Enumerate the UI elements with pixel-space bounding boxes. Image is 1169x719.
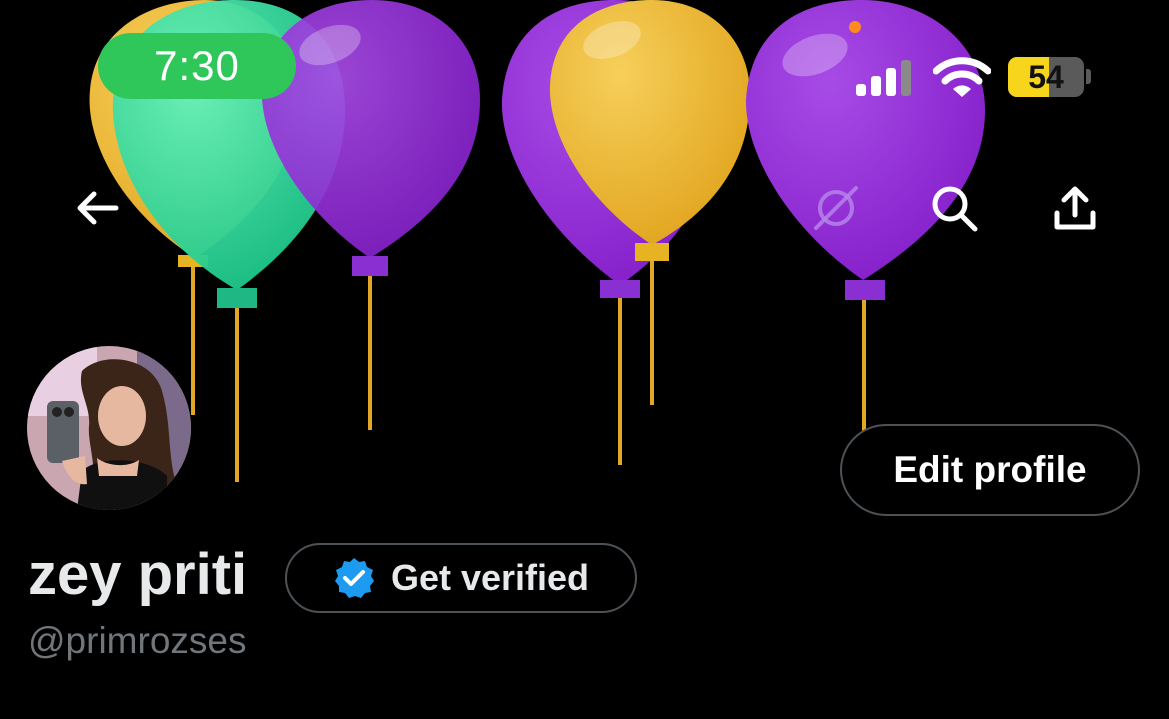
cellular-signal-icon	[856, 60, 911, 96]
share-icon[interactable]	[1047, 180, 1103, 236]
avatar[interactable]	[27, 346, 191, 510]
display-name: zey priti	[28, 542, 248, 607]
verified-badge-icon	[334, 558, 374, 598]
arrow-left-icon[interactable]	[70, 180, 126, 236]
edit-profile-button[interactable]: Edit profile	[840, 424, 1140, 516]
battery-tip	[1086, 69, 1091, 84]
battery-level: 54	[1028, 58, 1064, 95]
search-icon[interactable]	[926, 180, 982, 236]
status-time: 7:30	[98, 33, 296, 99]
username-handle: @primrozses	[28, 620, 247, 661]
privacy-indicator-dot	[849, 21, 861, 33]
get-verified-label: Get verified	[390, 557, 590, 598]
profile-screen: 7:30 54 Edit profile zey priti Get verif…	[0, 0, 1169, 719]
battery-indicator: 54	[1008, 57, 1084, 97]
wifi-icon	[933, 57, 991, 97]
grok-icon[interactable]	[808, 180, 864, 236]
get-verified-button[interactable]: Get verified	[285, 543, 637, 613]
